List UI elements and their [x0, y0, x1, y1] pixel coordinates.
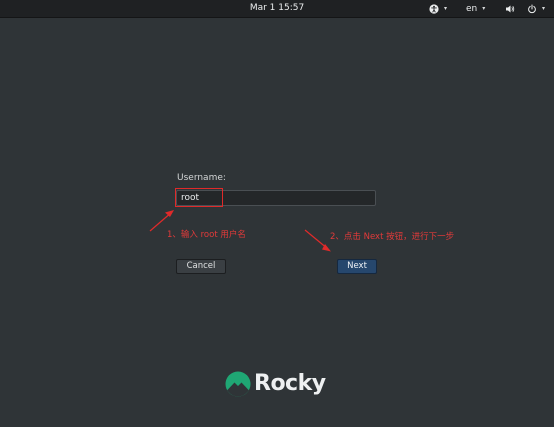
- power-menu[interactable]: ▾: [527, 0, 545, 17]
- annotation-arrows: [149, 210, 331, 252]
- language-menu[interactable]: en ▾: [466, 0, 485, 17]
- chevron-down-icon: ▾: [542, 5, 546, 12]
- power-icon: [528, 4, 536, 13]
- language-label: en: [466, 3, 478, 14]
- accessibility-menu[interactable]: ▾: [429, 0, 447, 17]
- annotation-arrowhead-2: [322, 244, 331, 252]
- cancel-button[interactable]: Cancel: [176, 259, 226, 274]
- top-bar: Mar 1 15:57 ▾ en ▾ ▾: [0, 0, 554, 18]
- annotation-step-2: 2、点击 Next 按钮，进行下一步: [330, 232, 455, 242]
- chevron-down-icon: ▾: [482, 5, 486, 12]
- volume-icon: [506, 5, 515, 12]
- annotation-arrow-2: [304, 229, 329, 250]
- annotation-arrowhead-1: [165, 210, 174, 217]
- chevron-down-icon: ▾: [444, 5, 448, 12]
- accessibility-icon: [429, 3, 439, 14]
- rocky-logo-icon: [225, 371, 251, 397]
- rocky-logo-text: Rocky: [254, 371, 326, 396]
- username-input[interactable]: [176, 190, 376, 206]
- next-button[interactable]: Next: [337, 259, 377, 274]
- annotation-step-1: 1、输入 root 用户名: [167, 230, 246, 240]
- sound-indicator[interactable]: [505, 0, 515, 17]
- username-label: Username:: [177, 173, 226, 183]
- rocky-logo: Rocky: [225, 369, 326, 399]
